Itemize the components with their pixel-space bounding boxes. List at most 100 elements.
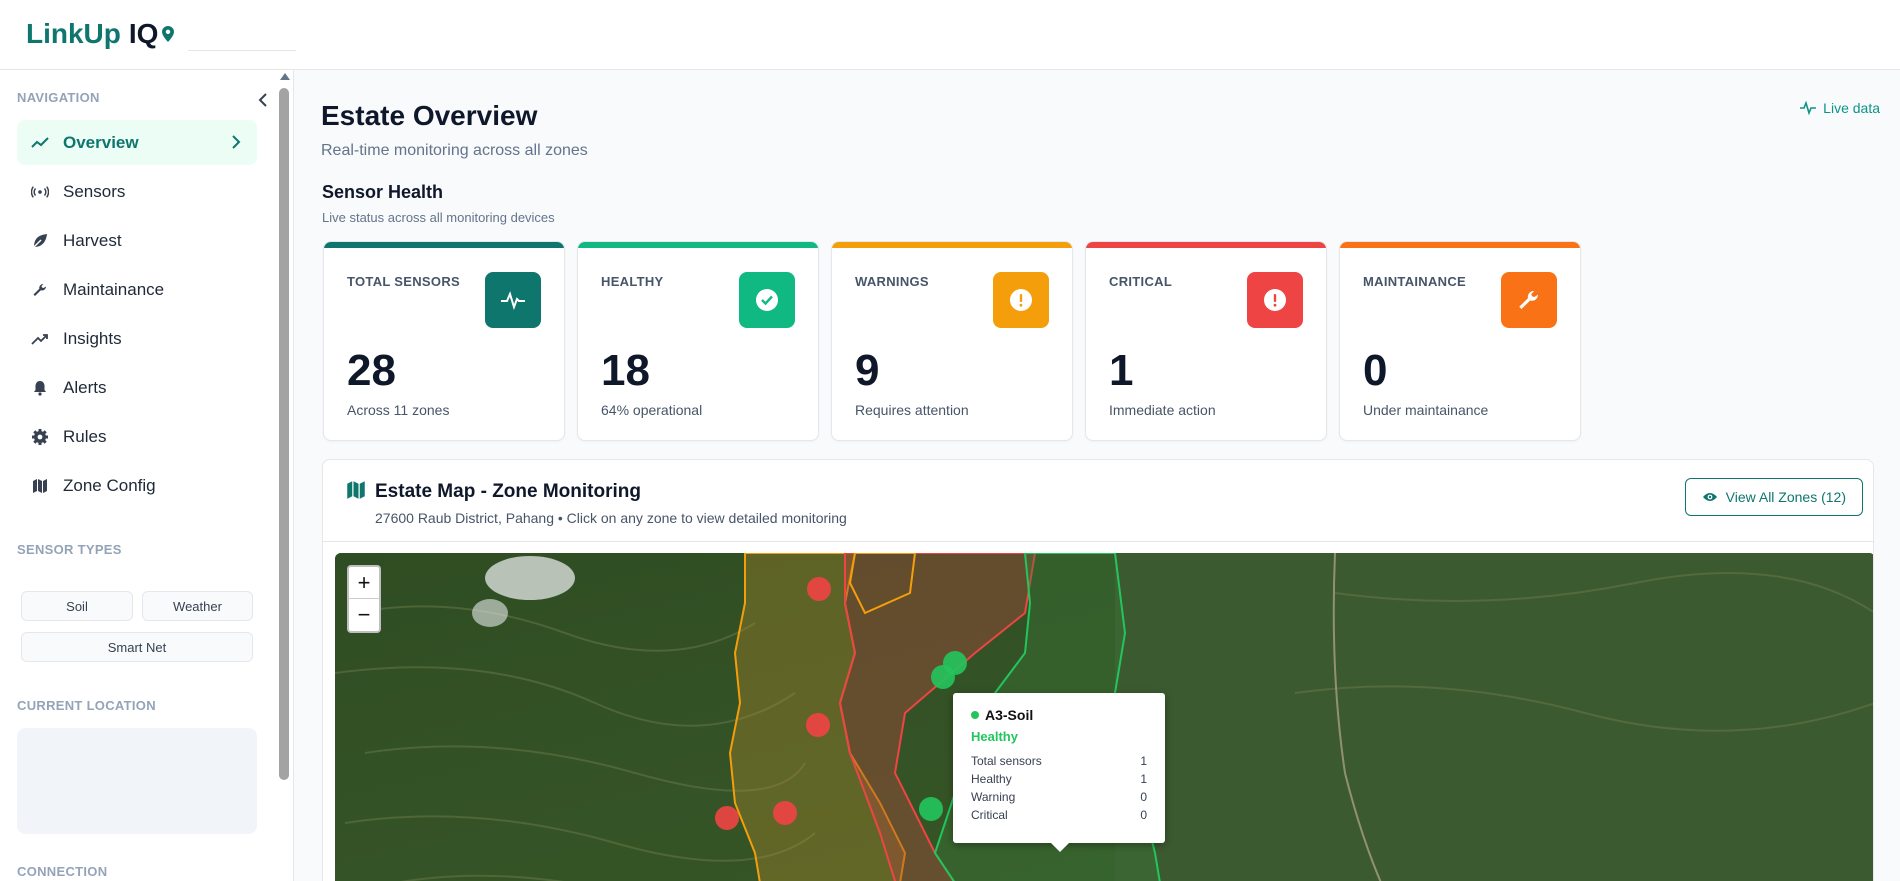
brand-suffix: IQ <box>128 18 159 49</box>
estate-map[interactable]: + − A3-Soil Healthy Total sensors 1 Healt… <box>335 553 1873 881</box>
collapse-sidebar-button[interactable] <box>254 90 272 110</box>
scroll-up-icon[interactable] <box>280 73 290 80</box>
zoom-control: + − <box>347 565 381 633</box>
view-all-zones-label: View All Zones (12) <box>1725 489 1846 505</box>
gear-icon <box>31 428 49 446</box>
live-data-label: Live data <box>1823 100 1880 116</box>
popup-row-label: Warning <box>971 790 1016 804</box>
trend-icon <box>31 134 49 152</box>
sensor-type-soil-button[interactable]: Soil <box>21 591 133 621</box>
card-value: 9 <box>855 346 880 395</box>
status-dot-icon <box>971 711 979 719</box>
card-value: 1 <box>1109 346 1134 395</box>
card-value: 28 <box>347 346 396 395</box>
popup-row-label: Total sensors <box>971 754 1042 768</box>
card-value: 18 <box>601 346 650 395</box>
popup-row-value: 0 <box>1140 808 1147 822</box>
map-title: Estate Map - Zone Monitoring <box>375 481 641 502</box>
card-accent-bar <box>832 242 1072 248</box>
popup-row-label: Critical <box>971 808 1008 822</box>
warnings-card[interactable]: WARNINGS 9 Requires attention <box>831 241 1073 441</box>
scrollbar-thumb[interactable] <box>279 88 289 780</box>
wrench-icon <box>1501 272 1557 328</box>
sidebar-item-label: Maintainance <box>63 279 165 299</box>
maintainance-card[interactable]: MAINTAINANCE 0 Under maintainance <box>1339 241 1581 441</box>
sensor-types-heading: SENSOR TYPES <box>17 542 122 557</box>
sensor-type-smart-net-button[interactable]: Smart Net <box>21 632 253 662</box>
connection-heading: CONNECTION <box>17 864 108 879</box>
leaf-icon <box>31 232 49 250</box>
sidebar-item-label: Rules <box>63 426 107 446</box>
critical-card[interactable]: CRITICAL 1 Immediate action <box>1085 241 1327 441</box>
sidebar: NAVIGATION Overview Sensors Harvest Main… <box>0 70 294 881</box>
sensor-health-title: Sensor Health <box>322 182 444 202</box>
card-note: Requires attention <box>855 402 969 418</box>
card-label: MAINTAINANCE <box>1363 274 1467 289</box>
map-header-divider <box>323 541 1873 542</box>
sidebar-item-overview[interactable]: Overview <box>17 120 257 165</box>
card-accent-bar <box>1086 242 1326 248</box>
map-icon <box>345 480 367 505</box>
sidebar-item-label: Zone Config <box>63 475 156 495</box>
sidebar-scrollbar[interactable] <box>278 70 290 881</box>
total-sensors-card[interactable]: TOTAL SENSORS 28 Across 11 zones <box>323 241 565 441</box>
page-subtitle: Real-time monitoring across all zones <box>321 142 588 159</box>
sidebar-item-label: Harvest <box>63 230 122 250</box>
chevron-right-icon <box>231 134 241 155</box>
zoom-in-button[interactable]: + <box>349 567 379 599</box>
current-location-box <box>17 728 257 834</box>
sidebar-item-insights[interactable]: Insights <box>17 316 257 361</box>
card-note: Across 11 zones <box>347 402 450 418</box>
sensor-type-weather-button[interactable]: Weather <box>142 591 253 621</box>
popup-row: Critical 0 <box>971 808 1147 826</box>
card-label: HEALTHY <box>601 274 664 289</box>
page-title: Estate Overview <box>321 100 538 131</box>
popup-row: Warning 0 <box>971 790 1147 808</box>
sidebar-item-label: Sensors <box>63 181 126 201</box>
healthy-card[interactable]: HEALTHY 18 64% operational <box>577 241 819 441</box>
card-accent-bar <box>324 242 564 248</box>
nav-heading: NAVIGATION <box>17 90 100 105</box>
card-label: WARNINGS <box>855 274 929 289</box>
sidebar-item-zone-config[interactable]: Zone Config <box>17 463 257 508</box>
map-icon <box>31 477 49 495</box>
popup-status: Healthy <box>971 729 1018 744</box>
eye-icon <box>1702 493 1717 501</box>
popup-row-value: 1 <box>1140 754 1147 768</box>
card-accent-bar <box>578 242 818 248</box>
sidebar-item-label: Overview <box>63 132 139 152</box>
warning-circle-icon <box>993 272 1049 328</box>
card-note: Under maintainance <box>1363 402 1489 418</box>
signal-icon <box>31 183 49 201</box>
popup-title: A3-Soil <box>971 707 1147 723</box>
card-accent-bar <box>1340 242 1580 248</box>
sidebar-item-maintainance[interactable]: Maintainance <box>17 267 257 312</box>
card-note: 64% operational <box>601 402 703 418</box>
top-bar: LinkUp IQ <box>0 0 1900 70</box>
popup-row-value: 0 <box>1140 790 1147 804</box>
sidebar-item-harvest[interactable]: Harvest <box>17 218 257 263</box>
alert-circle-icon <box>1247 272 1303 328</box>
zone-popup: A3-Soil Healthy Total sensors 1 Healthy 1 … <box>953 693 1165 852</box>
nav-list: Overview Sensors Harvest Maintainance In… <box>17 120 257 512</box>
sidebar-item-label: Alerts <box>63 377 107 397</box>
check-circle-icon <box>739 272 795 328</box>
app-logo[interactable]: LinkUp IQ <box>26 18 175 50</box>
sidebar-item-rules[interactable]: Rules <box>17 414 257 459</box>
header-divider <box>188 50 296 51</box>
card-note: Immediate action <box>1109 402 1216 418</box>
popup-zone-name: A3-Soil <box>985 707 1034 723</box>
location-pin-icon <box>162 26 175 42</box>
popup-row-value: 1 <box>1140 772 1147 786</box>
card-label: CRITICAL <box>1109 274 1173 289</box>
brand-name: LinkUp <box>26 18 121 49</box>
sidebar-item-sensors[interactable]: Sensors <box>17 169 257 214</box>
card-value: 0 <box>1363 346 1388 395</box>
map-subtitle: 27600 Raub District, Pahang • Click on a… <box>375 510 847 526</box>
popup-row-label: Healthy <box>971 772 1012 786</box>
view-all-zones-button[interactable]: View All Zones (12) <box>1684 478 1863 516</box>
sidebar-item-label: Insights <box>63 328 122 348</box>
zoom-out-button[interactable]: − <box>349 599 379 631</box>
sidebar-item-alerts[interactable]: Alerts <box>17 365 257 410</box>
current-location-heading: CURRENT LOCATION <box>17 698 156 713</box>
